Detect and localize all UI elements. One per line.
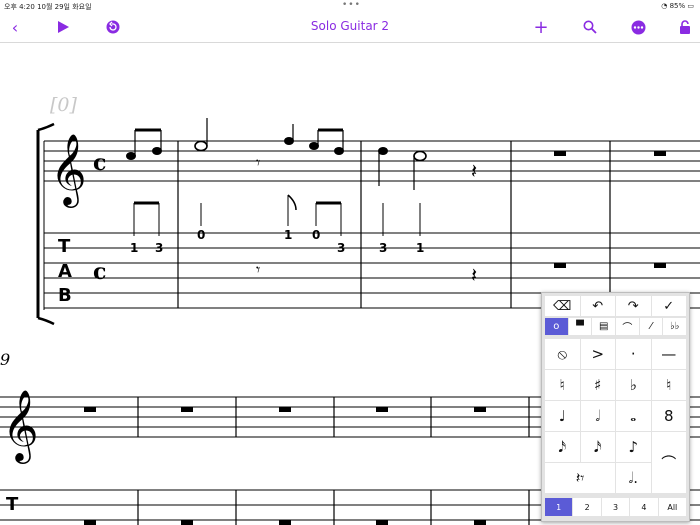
toolbar: ‹ Solo Guitar 2 + — [0, 12, 700, 43]
voice-2-button[interactable]: 2 — [573, 498, 601, 516]
tab-number: 1 — [284, 228, 292, 242]
search-icon[interactable] — [579, 16, 601, 38]
redo-icon[interactable]: ↷ — [616, 296, 651, 316]
tab-letter-a: A — [58, 261, 72, 282]
thirty-second-note-icon[interactable]: 𝅘𝅥𝅯 — [545, 432, 580, 462]
tie-icon[interactable]: ⌒ — [651, 432, 686, 493]
accidental-more-icon[interactable]: ♮ — [651, 370, 686, 400]
tab-number: 0 — [197, 228, 205, 242]
svg-text:𝄾: 𝄾 — [256, 153, 260, 172]
battery-icon: ▭ — [687, 2, 694, 10]
palette-action-row: ⌫ ↶ ↷ ✓ — [545, 296, 686, 316]
no-beam-icon[interactable]: ⦸ — [545, 339, 580, 369]
octave-icon[interactable]: 8 — [651, 401, 686, 431]
lock-icon[interactable] — [674, 16, 696, 38]
flat-icon[interactable]: ♭ — [616, 370, 651, 400]
measure-1-notes[interactable]: 1 3 — [126, 128, 163, 255]
tenuto-icon[interactable]: — — [651, 339, 686, 369]
standard-staff — [44, 140, 700, 182]
palette-grid: ⦸ > · — ♮ ♯ ♭ ♮ ♩ 𝅗𝅥 𝅝 8 𝅘𝅥𝅯 𝅘𝅥𝅯 ♪ ⌒ 𝄽𝄾 … — [545, 339, 686, 493]
sharp-icon[interactable]: ♯ — [580, 370, 615, 400]
half-note-icon[interactable]: 𝅗𝅥 — [580, 401, 615, 431]
sixteenth-note-icon[interactable]: 𝅘𝅥𝅯 — [580, 432, 615, 462]
tab-letter-t: T — [58, 236, 71, 257]
treble-clef-icon-2: 𝄞 — [2, 388, 39, 464]
natural-icon[interactable]: ♮ — [545, 370, 580, 400]
tab-number: 0 — [312, 228, 320, 242]
measure-2-notes[interactable]: 𝄾 0 1 0 3 𝄾 — [194, 118, 345, 279]
voice-1-button[interactable]: 1 — [545, 498, 573, 516]
svg-text:𝄽: 𝄽 — [471, 263, 477, 287]
tab-number: 3 — [337, 241, 345, 255]
voice-all-button[interactable]: All — [658, 498, 687, 516]
whole-note-icon[interactable]: 𝅝 — [616, 401, 651, 431]
common-time-icon: c — [93, 150, 106, 176]
tab-number: 1 — [130, 241, 138, 255]
tab-rests[interactable]: ▀ — [568, 318, 592, 335]
status-right: ◔ 85% ▭ — [661, 2, 694, 10]
tab-beams[interactable]: ▤ — [592, 318, 616, 335]
palette-tabs: o ▀ ▤ ⌒ ⁄ ♭♭ — [545, 318, 687, 335]
more-icon[interactable] — [627, 16, 649, 38]
status-bar: 오후 4:20 10월 29일 화요일 ••• ◔ 85% ▭ — [0, 0, 700, 12]
voice-selector: 1 2 3 4 All — [545, 498, 687, 516]
quarter-note-icon[interactable]: ♩ — [545, 401, 580, 431]
eighth-note-icon[interactable]: ♪ — [616, 432, 651, 462]
add-icon[interactable]: + — [530, 16, 552, 38]
staccato-icon[interactable]: · — [616, 339, 651, 369]
tab-number: 3 — [379, 241, 387, 255]
undo-icon[interactable]: ↶ — [580, 296, 615, 316]
status-time: 오후 4:20 10월 29일 화요일 — [4, 3, 92, 11]
accent-icon[interactable]: > — [580, 339, 615, 369]
wifi-icon: ◔ — [661, 2, 668, 10]
measure-3-notes[interactable]: 𝄽 3 1 𝄽 — [378, 147, 477, 287]
tab-number: 3 — [155, 241, 163, 255]
multitasking-dots[interactable]: ••• — [342, 0, 361, 10]
tab-number: 1 — [416, 241, 424, 255]
common-time-tab-icon: c — [93, 259, 106, 285]
dotted-half-icon[interactable]: 𝅗𝅥. — [616, 463, 651, 493]
tab-letter-t-2: T — [6, 494, 19, 515]
svg-text:𝄽: 𝄽 — [471, 159, 477, 183]
note-palette: ⌫ ↶ ↷ ✓ o ▀ ▤ ⌒ ⁄ ♭♭ ⦸ > · — ♮ ♯ ♭ ♮ ♩ 𝅗… — [541, 292, 690, 522]
tab-notes[interactable]: o — [545, 318, 568, 335]
tab-ties[interactable]: ⌒ — [616, 318, 639, 335]
delete-icon[interactable]: ⌫ — [545, 296, 580, 316]
done-icon[interactable]: ✓ — [651, 296, 686, 316]
treble-clef-icon: 𝄞 — [50, 132, 87, 208]
tab-accidentals[interactable]: ♭♭ — [663, 318, 687, 335]
battery-percent: 85% — [669, 2, 686, 10]
voice-3-button[interactable]: 3 — [601, 498, 630, 516]
tab-letter-b: B — [58, 285, 72, 306]
tab-tuplets[interactable]: ⁄ — [639, 318, 663, 335]
svg-text:𝄾: 𝄾 — [256, 260, 260, 279]
rest-icon[interactable]: 𝄽𝄾 — [545, 463, 615, 493]
voice-4-button[interactable]: 4 — [630, 498, 658, 516]
